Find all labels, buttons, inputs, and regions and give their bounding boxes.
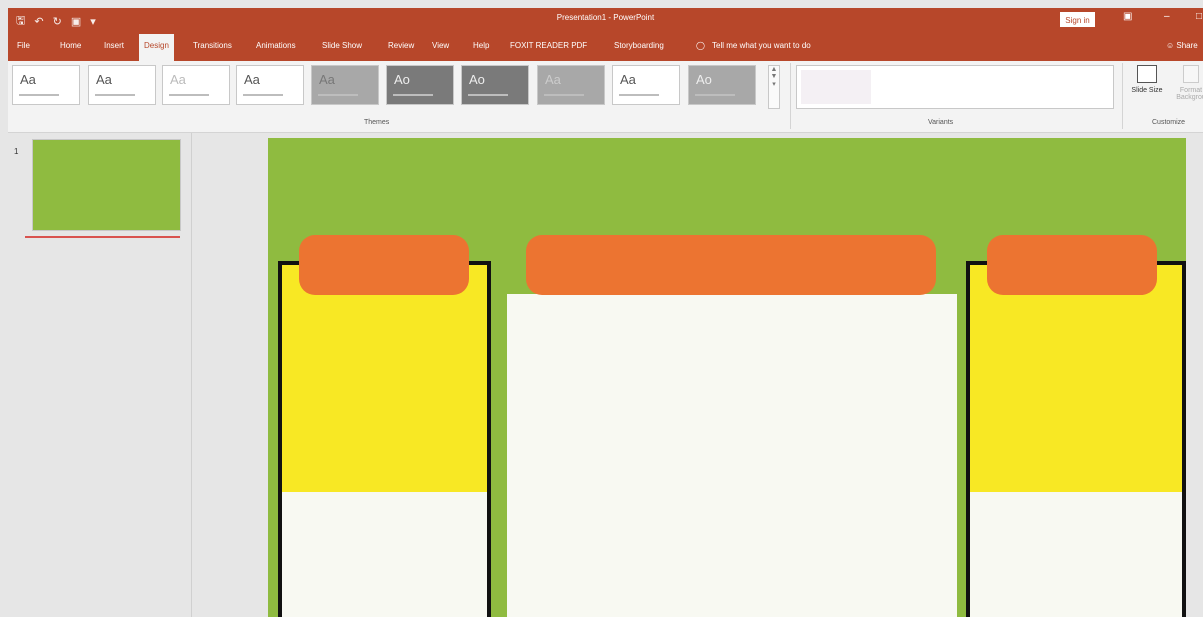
theme-label: Ao [696,72,712,87]
right-card[interactable] [966,261,1186,617]
tell-me-search[interactable]: Tell me what you want to do [712,31,811,61]
tab-design[interactable]: Design [139,34,174,61]
theme-label: Aa [244,72,260,87]
ribbon-display-options-icon[interactable]: ▣ [1123,11,1132,22]
theme-organic[interactable]: Ao [461,65,529,105]
person-icon: ☺ [1166,41,1177,50]
tab-transitions[interactable]: Transitions [193,31,232,61]
slide-size-button[interactable]: Slide Size [1131,65,1163,125]
share-label: Share [1176,41,1198,50]
restore-icon[interactable]: □ [1196,11,1202,22]
left-card-yellow-block[interactable] [282,265,487,492]
format-background-icon [1183,65,1199,83]
theme-label: Ao [394,72,410,87]
ribbon: Aa Aa Aa Aa Aa Ao Ao Aa Aa Ao ▲ ▼ ▾ Themes… [8,61,1203,133]
theme-retrospect[interactable]: Aa [537,65,605,105]
window-title: Presentation1 - PowerPoint [556,13,655,22]
theme-line [19,94,59,96]
theme-line [544,94,584,96]
theme-facet[interactable]: Aa [162,65,230,105]
tab-storyboarding[interactable]: Storyboarding [614,31,664,61]
divider [790,63,791,129]
theme-label: Aa [545,72,561,87]
variants-gallery[interactable] [796,65,1114,109]
theme-office-2[interactable]: Aa [88,65,156,105]
tab-view[interactable]: View [432,31,449,61]
theme-line [393,94,433,96]
slide-editor [192,133,1203,617]
tab-file[interactable]: File [17,31,30,61]
minimize-icon[interactable]: – [1164,11,1170,22]
theme-wisp[interactable]: Ao [688,65,756,105]
lightbulb-icon: ◯ [696,41,705,50]
title-bar: 🖫 ↶ ↻ ▣ ▾ Presentation1 - PowerPoint Sig… [8,8,1203,31]
theme-ion-boardroom[interactable]: Ao [386,65,454,105]
slide-thumbnail[interactable] [32,139,181,231]
theme-label: Aa [20,72,36,87]
thumbnail-selection-indicator [25,236,180,238]
tab-review[interactable]: Review [388,31,414,61]
theme-line [695,94,735,96]
variant-thumbnail[interactable] [801,70,871,104]
theme-label: Aa [319,72,335,87]
theme-ion[interactable]: Aa [311,65,379,105]
themes-scroll[interactable]: ▲ ▼ ▾ [768,65,780,109]
more-icon[interactable]: ▾ [772,81,776,88]
theme-slice[interactable]: Aa [612,65,680,105]
format-background-button[interactable]: Format Backgrou [1171,65,1203,125]
right-orange-header[interactable] [987,235,1157,295]
themes-group-label: Themes [364,119,390,126]
theme-line [468,94,508,96]
chevron-down-icon[interactable]: ▼ [771,73,778,80]
right-card-yellow-block[interactable] [970,265,1182,492]
sign-in-button[interactable]: Sign in [1060,12,1095,27]
theme-line [243,94,283,96]
theme-office[interactable]: Aa [12,65,80,105]
theme-integral[interactable]: Aa [236,65,304,105]
left-orange-header[interactable] [299,235,469,295]
theme-label: Ao [469,72,485,87]
theme-label: Aa [620,72,636,87]
theme-label: Aa [96,72,112,87]
center-orange-header[interactable] [526,235,936,295]
slide-canvas[interactable] [268,138,1186,617]
slide-size-icon [1137,65,1157,83]
theme-line [95,94,135,96]
slide-thumbnail-pane: 1 [8,133,192,617]
variants-group-label: Variants [928,119,954,126]
theme-label: Aa [170,72,186,87]
tab-slide-show[interactable]: Slide Show [322,31,362,61]
left-card[interactable] [278,261,491,617]
theme-line [169,94,209,96]
theme-line [318,94,358,96]
tab-animations[interactable]: Animations [256,31,296,61]
slide-size-label: Slide Size [1131,87,1163,94]
customize-group-label: Customize [1152,119,1186,126]
center-panel[interactable] [507,294,957,617]
theme-line [619,94,659,96]
powerpoint-window: 🖫 ↶ ↻ ▣ ▾ Presentation1 - PowerPoint Sig… [0,0,1203,617]
tab-insert[interactable]: Insert [104,31,124,61]
format-background-label: Format Backgrou [1176,87,1203,101]
chevron-up-icon[interactable]: ▲ [771,66,778,73]
tab-foxit-reader-pdf[interactable]: FOXIT READER PDF [510,31,587,61]
slide-number: 1 [14,147,19,156]
tab-help[interactable]: Help [473,31,489,61]
share-button[interactable]: ☺ Share [1166,31,1198,61]
ribbon-tabs: File Home Insert Design Transitions Anim… [8,31,1203,61]
divider [1122,63,1123,129]
tab-home[interactable]: Home [60,31,81,61]
